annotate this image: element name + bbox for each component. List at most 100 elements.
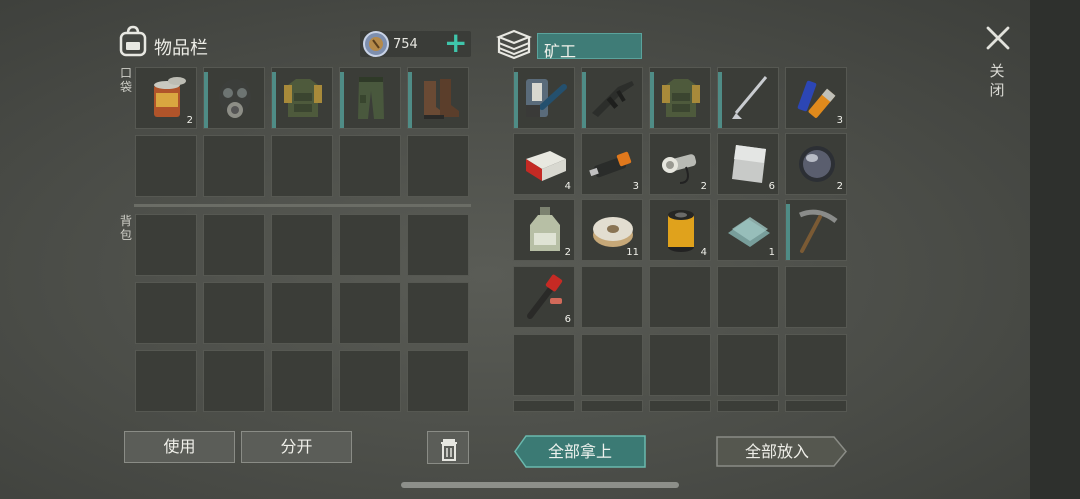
split-button[interactable]: 分开 (241, 431, 352, 463)
container-slot-item[interactable] (785, 199, 847, 261)
container-slot-item[interactable] (649, 67, 711, 129)
inventory-slot-empty[interactable] (407, 350, 469, 412)
container-slot-empty[interactable] (581, 266, 643, 328)
item-count: 4 (564, 181, 571, 192)
container-slot-item[interactable]: 6 (513, 266, 575, 328)
coin-icon (363, 31, 389, 57)
inventory-slot-empty[interactable] (203, 282, 265, 344)
container-slot-empty[interactable] (581, 334, 643, 396)
inventory-slot-item[interactable]: 2 (135, 67, 197, 129)
container-slot-item[interactable]: 4 (649, 199, 711, 261)
durability-bar (408, 72, 412, 128)
inventory-slot-item[interactable] (203, 67, 265, 129)
container-slot-item[interactable] (513, 67, 575, 129)
durability-bar (582, 72, 586, 128)
container-slot-empty[interactable] (785, 334, 847, 396)
container-slot-item[interactable]: 3 (581, 133, 643, 195)
item-count: 3 (836, 115, 843, 126)
container-slot-item[interactable]: 1 (717, 199, 779, 261)
inventory-slot-empty[interactable] (339, 350, 401, 412)
durability-bar (650, 72, 654, 128)
container-title: 矿工 (544, 42, 577, 61)
inventory-slot-item[interactable] (271, 67, 333, 129)
container-slot-item[interactable] (581, 67, 643, 129)
container-slot-item[interactable]: 4 (513, 133, 575, 195)
container-slot-empty[interactable] (649, 266, 711, 328)
durability-bar (340, 72, 344, 128)
container-slot-item[interactable]: 11 (581, 199, 643, 261)
container-slot-item[interactable]: 3 (785, 67, 847, 129)
container-slot-item[interactable] (717, 67, 779, 129)
item-count: 4 (700, 247, 707, 258)
item-count: 2 (836, 181, 843, 192)
inventory-slot-empty[interactable] (271, 135, 333, 197)
put-all-label[interactable]: 全部放入 (716, 436, 838, 467)
durability-bar (786, 204, 790, 260)
inventory-title: 物品栏 (154, 38, 208, 59)
trash-icon (441, 439, 457, 461)
container-slot-empty[interactable] (785, 400, 847, 412)
container-slot-empty[interactable] (513, 334, 575, 396)
durability-bar (718, 72, 722, 128)
item-count: 11 (626, 247, 639, 258)
inventory-slot-empty[interactable] (203, 350, 265, 412)
inventory-slot-empty[interactable] (135, 350, 197, 412)
durability-bar (514, 72, 518, 128)
durability-bar (272, 72, 276, 128)
inventory-slot-empty[interactable] (339, 135, 401, 197)
inventory-slot-empty[interactable] (339, 282, 401, 344)
military-pants-icon (358, 77, 384, 119)
container-slot-item[interactable]: 2 (513, 199, 575, 261)
container-slot-item[interactable]: 2 (785, 133, 847, 195)
item-count: 6 (564, 314, 571, 325)
item-count: 6 (768, 181, 775, 192)
item-count: 2 (186, 115, 193, 126)
item-count: 3 (632, 181, 639, 192)
glass-sheets-icon (728, 217, 770, 247)
inventory-slot-empty[interactable] (135, 282, 197, 344)
container-slot-empty[interactable] (785, 266, 847, 328)
add-coins-button[interactable]: + (444, 29, 467, 57)
container-slot-empty[interactable] (513, 400, 575, 412)
inventory-slot-empty[interactable] (339, 214, 401, 276)
flare-icon (527, 274, 563, 319)
inventory-slot-empty[interactable] (271, 214, 333, 276)
backpack-icon (119, 25, 147, 57)
lens-icon (799, 146, 835, 182)
inventory-slot-empty[interactable] (203, 214, 265, 276)
container-slot-empty[interactable] (717, 334, 779, 396)
use-button[interactable]: 使用 (124, 431, 235, 463)
inventory-slot-empty[interactable] (135, 135, 197, 197)
container-slot-empty[interactable] (649, 400, 711, 412)
container-slot-item[interactable]: 2 (649, 133, 711, 195)
item-count: 1 (768, 247, 775, 258)
pocket-label: 口袋 (119, 66, 132, 94)
container-slot-empty[interactable] (581, 400, 643, 412)
take-all-label[interactable]: 全部拿上 (514, 435, 646, 468)
container-slot-empty[interactable] (717, 400, 779, 412)
filter-cartridge-icon (668, 210, 694, 252)
item-count: 2 (700, 181, 707, 192)
inventory-slot-empty[interactable] (135, 214, 197, 276)
durability-bar (204, 72, 208, 128)
container-slot-empty[interactable] (649, 334, 711, 396)
inventory-slot-empty[interactable] (407, 282, 469, 344)
container-slot-empty[interactable] (717, 266, 779, 328)
usb-drive-icon (589, 151, 632, 178)
flashlight-icon (662, 154, 697, 184)
close-label[interactable]: 关闭 (987, 62, 1007, 100)
inventory-slot-empty[interactable] (407, 214, 469, 276)
inventory-slot-empty[interactable] (271, 282, 333, 344)
boots-icon (424, 79, 459, 119)
armor-vest-icon (662, 79, 700, 117)
inventory-slot-empty[interactable] (407, 135, 469, 197)
close-icon[interactable] (983, 23, 1013, 53)
inventory-slot-empty[interactable] (203, 135, 265, 197)
inventory-slot-item[interactable] (407, 67, 469, 129)
inventory-slot-empty[interactable] (271, 350, 333, 412)
discard-button[interactable] (427, 431, 469, 464)
container-slot-item[interactable]: 6 (717, 133, 779, 195)
metal-plate-icon (732, 145, 766, 183)
meat-tenderizer-icon (526, 79, 567, 117)
inventory-slot-item[interactable] (339, 67, 401, 129)
